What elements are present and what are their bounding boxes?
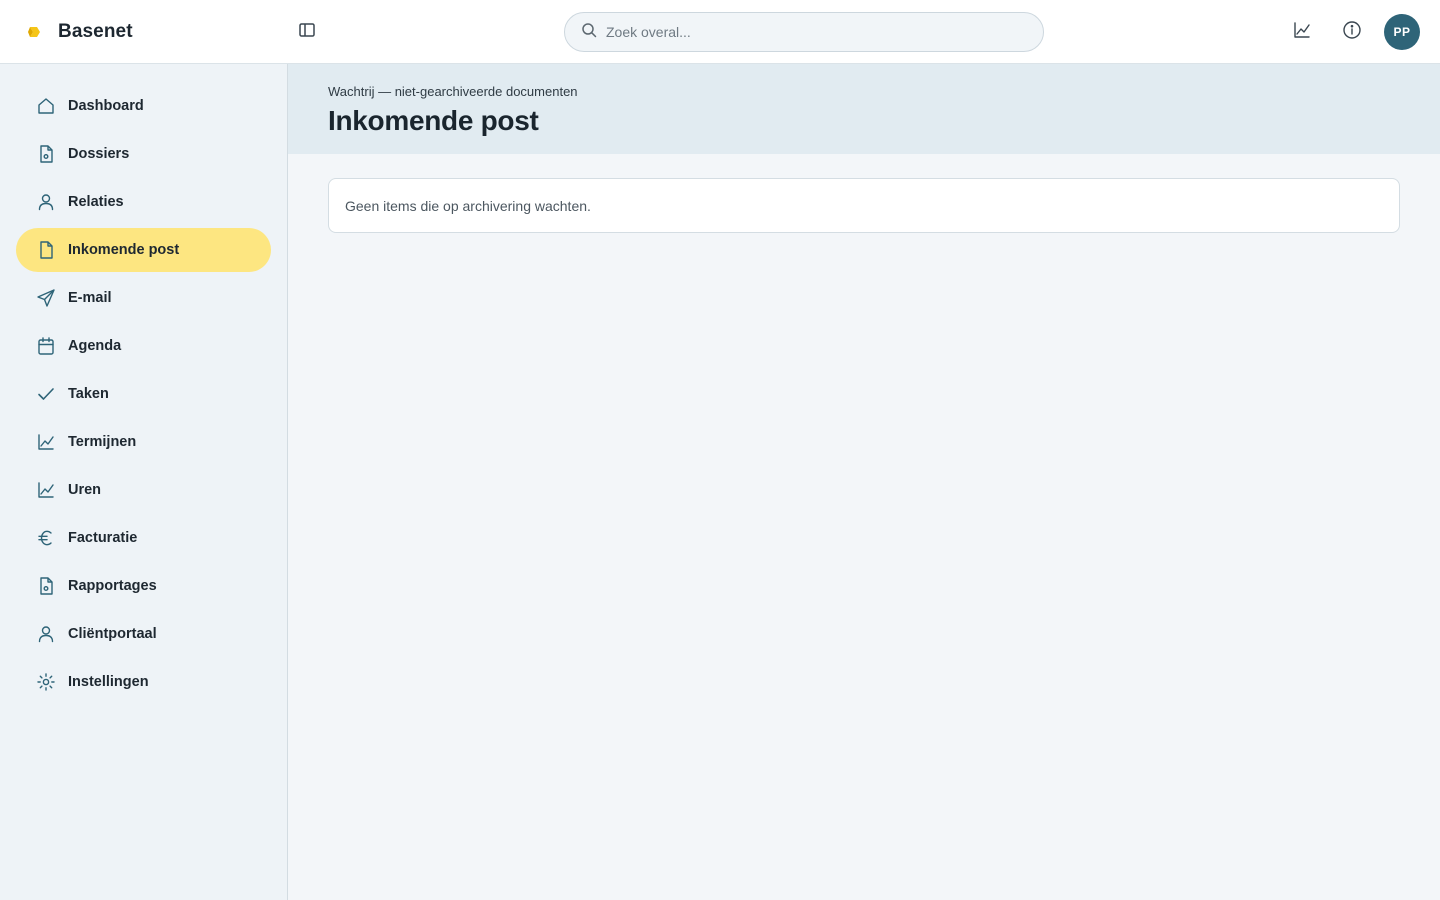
sidebar-item-rapportages[interactable]: Rapportages — [16, 564, 271, 608]
chart-icon — [1292, 20, 1312, 45]
sidebar-toggle-button[interactable] — [294, 18, 320, 46]
info-icon — [1342, 20, 1362, 45]
global-search[interactable] — [564, 12, 1044, 52]
sidebar-item-termijnen[interactable]: Termijnen — [16, 420, 271, 464]
sidebar-item-relaties[interactable]: Relaties — [16, 180, 271, 224]
chart-icon — [36, 432, 56, 452]
user-avatar[interactable]: PP — [1384, 14, 1420, 50]
sidebar-toggle-icon — [297, 20, 317, 45]
main-content: Wachtrij — niet-gearchiveerde documenten… — [288, 64, 1440, 900]
sidebar-item-taken[interactable]: Taken — [16, 372, 271, 416]
document-icon — [36, 240, 56, 260]
page-title: Inkomende post — [328, 105, 539, 136]
brand[interactable]: Basenet — [24, 0, 133, 63]
sidebar-item-dossiers[interactable]: Dossiers — [16, 132, 271, 176]
file-icon — [36, 576, 56, 596]
page-subtitle: Wachtrij — niet-gearchiveerde documenten — [328, 84, 578, 99]
info-button[interactable] — [1338, 18, 1366, 46]
calendar-icon — [36, 336, 56, 356]
sidebar-item-facturatie[interactable]: Facturatie — [16, 516, 271, 560]
chart-icon — [36, 480, 56, 500]
basenet-logo-icon — [24, 22, 44, 42]
search-input[interactable] — [606, 24, 1026, 40]
file-icon — [36, 144, 56, 164]
empty-state-message: Geen items die op archivering wachten. — [345, 197, 591, 214]
empty-state-card: Geen items die op archivering wachten. — [328, 178, 1400, 233]
top-bar: Basenet Zoek overal... PP — [0, 0, 1440, 64]
settings-icon — [36, 672, 56, 692]
sidebar-item-instellingen[interactable]: Instellingen — [16, 660, 271, 704]
user-icon — [36, 192, 56, 212]
check-icon — [36, 384, 56, 404]
sidebar-item-uren[interactable]: Uren — [16, 468, 271, 512]
sidebar-item-e-mail[interactable]: E-mail — [16, 276, 271, 320]
sidebar-item-dashboard[interactable]: Dashboard — [16, 84, 271, 128]
brand-name: Basenet — [58, 20, 133, 42]
search-icon — [581, 22, 597, 43]
page-header: Wachtrij — niet-gearchiveerde documenten… — [288, 64, 1440, 154]
sidebar-nav: Dashboard Dossiers Relaties Inkomende po… — [0, 64, 288, 900]
home-icon — [36, 96, 56, 116]
send-icon — [36, 288, 56, 308]
user-icon — [36, 624, 56, 644]
sidebar-item-agenda[interactable]: Agenda — [16, 324, 271, 368]
sidebar-item-clientportaal[interactable]: Cliëntportaal — [16, 612, 271, 656]
analytics-button[interactable] — [1288, 18, 1316, 46]
sidebar-item-inkomende-post[interactable]: Inkomende post — [16, 228, 271, 272]
euro-icon — [36, 528, 56, 548]
